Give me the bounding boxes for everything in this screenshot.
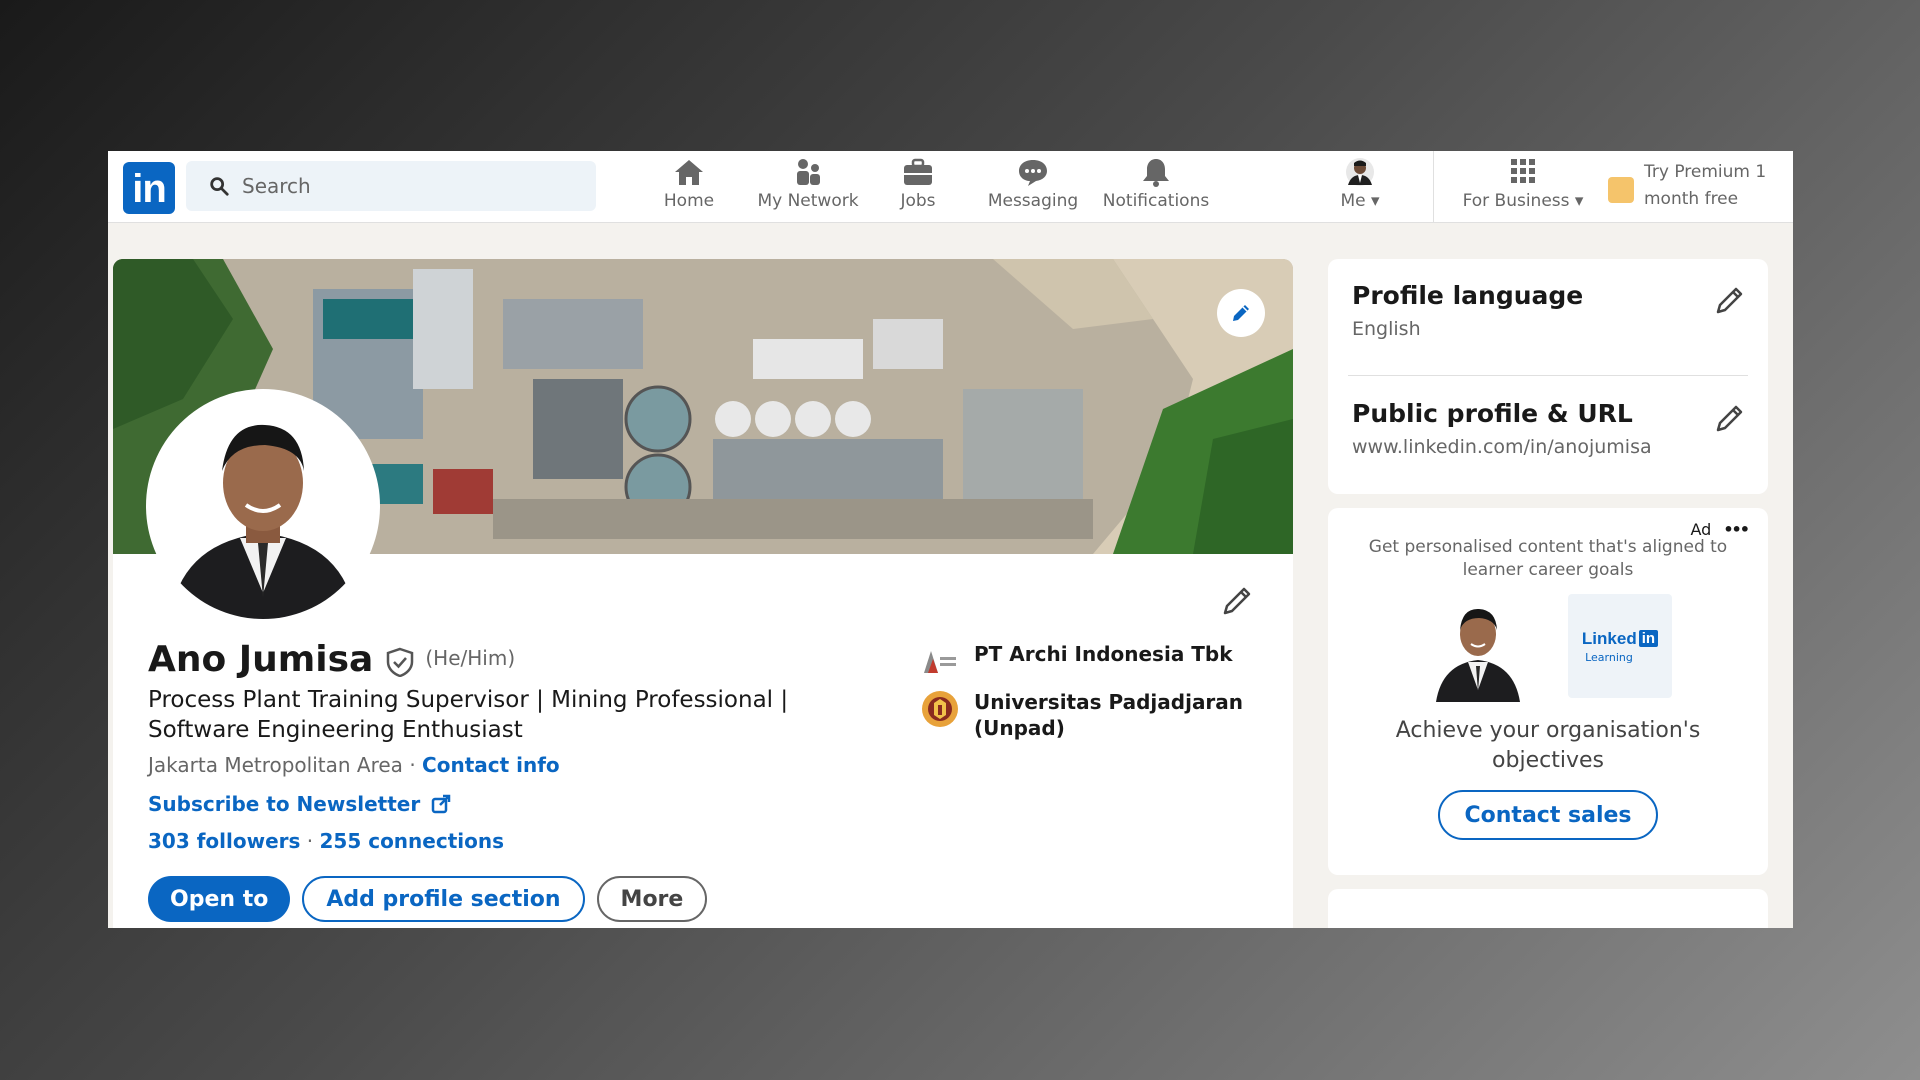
name-row: Ano Jumisa (He/Him) — [148, 639, 515, 680]
ad-profile-photo — [1432, 594, 1524, 702]
edit-url-pencil-icon[interactable] — [1712, 401, 1746, 435]
home-icon — [675, 160, 703, 185]
search-icon — [210, 177, 229, 196]
try-premium-link[interactable]: Try Premium 1 month free — [1608, 159, 1788, 213]
current-company[interactable]: PT Archi Indonesia Tbk — [920, 641, 1233, 681]
public-profile-url[interactable]: www.linkedin.com/in/anojumisa — [1352, 436, 1652, 458]
nav-label: Messaging — [987, 191, 1079, 211]
nav-label: My Network — [757, 191, 859, 211]
ad-card: Ad ••• Get personalised content that's a… — [1328, 508, 1768, 875]
search-input[interactable] — [242, 174, 582, 198]
nav-label: Notifications — [1102, 191, 1210, 211]
premium-icon — [1608, 177, 1634, 203]
edit-banner-button[interactable] — [1217, 289, 1265, 337]
nav-label: Me ▾ — [1340, 191, 1380, 211]
followers-link[interactable]: 303 followers — [148, 829, 300, 853]
company-logo-icon — [920, 641, 960, 681]
edit-language-pencil-icon[interactable] — [1712, 283, 1746, 317]
more-button[interactable]: More — [596, 876, 708, 922]
nav-divider — [1433, 151, 1434, 223]
messaging-icon — [1019, 160, 1047, 186]
nav-messaging[interactable]: Messaging — [978, 157, 1088, 217]
network-icon — [797, 159, 820, 185]
next-sidebar-card — [1328, 889, 1768, 928]
profile-photo[interactable] — [146, 389, 380, 623]
nav-notifications[interactable]: Notifications — [1096, 157, 1216, 217]
linkedin-window: in Home My Network Jobs Messaging Notifi… — [108, 151, 1793, 928]
location-row: Jakarta Metropolitan Area · Contact info — [148, 753, 560, 777]
company-name: PT Archi Indonesia Tbk — [974, 642, 1233, 666]
ad-headline: Achieve your organisation's objectives — [1395, 718, 1701, 773]
verified-shield-icon[interactable] — [385, 647, 415, 677]
linkedin-logo[interactable]: in — [123, 162, 175, 214]
profile-card: Ano Jumisa (He/Him) Process Plant Traini… — [113, 259, 1293, 928]
profile-language-section: Profile language English — [1352, 281, 1583, 340]
avatar-icon — [1346, 158, 1374, 186]
profile-language-title: Profile language — [1352, 281, 1584, 310]
university-name: Universitas Padjadjaran (Unpad) — [974, 690, 1244, 740]
profile-name: Ano Jumisa — [148, 639, 374, 680]
network-stats: 303 followers · 255 connections — [148, 829, 504, 853]
subscribe-newsletter-link[interactable]: Subscribe to Newsletter — [148, 792, 452, 816]
nav-label: For Business ▾ — [1462, 191, 1584, 211]
add-profile-section-button[interactable]: Add profile section — [302, 876, 585, 922]
separator-dot: · — [409, 753, 416, 777]
pencil-icon — [1233, 305, 1249, 321]
newsletter-label: Subscribe to Newsletter — [148, 792, 421, 816]
profile-headline: Process Plant Training Supervisor | Mini… — [148, 687, 789, 743]
profile-settings-card: Profile language English Public profile … — [1328, 259, 1768, 494]
open-to-button[interactable]: Open to — [148, 876, 291, 922]
separator-dot: · — [306, 829, 314, 853]
nav-my-network[interactable]: My Network — [748, 157, 868, 217]
nav-label: Jobs — [900, 191, 936, 211]
external-link-icon — [431, 794, 451, 814]
nav-jobs[interactable]: Jobs — [878, 157, 958, 217]
linkedin-learning-logo: Linked in Learning — [1568, 594, 1672, 698]
profile-language-value: English — [1352, 318, 1421, 340]
profile-location: Jakarta Metropolitan Area — [148, 753, 403, 777]
profile-photo-image — [150, 393, 376, 619]
connections-link[interactable]: 255 connections — [320, 829, 505, 853]
contact-sales-button[interactable]: Contact sales — [1438, 790, 1658, 840]
edit-intro-pencil-icon[interactable] — [1219, 583, 1255, 619]
section-divider — [1348, 375, 1748, 376]
university-crest-icon — [922, 691, 958, 727]
nav-for-business[interactable]: For Business ▾ — [1453, 157, 1593, 217]
contact-info-link[interactable]: Contact info — [422, 753, 560, 777]
grid-icon — [1511, 159, 1535, 183]
education-school[interactable]: Universitas Padjadjaran (Unpad) — [920, 689, 1243, 741]
public-profile-section: Public profile & URL www.linkedin.com/in… — [1352, 399, 1652, 458]
search-box[interactable] — [186, 161, 596, 211]
ad-description: Get personalised content that's aligned … — [1368, 537, 1728, 580]
profile-actions: Open to Add profile section More — [148, 876, 708, 922]
public-profile-title: Public profile & URL — [1352, 399, 1633, 428]
premium-text: Try Premium 1 month free — [1644, 162, 1767, 209]
bell-icon — [1143, 159, 1169, 187]
nav-me[interactable]: Me ▾ — [1330, 157, 1390, 217]
top-nav: in Home My Network Jobs Messaging Notifi… — [108, 151, 1793, 223]
pronouns: (He/Him) — [425, 645, 516, 670]
nav-home[interactable]: Home — [644, 157, 734, 217]
nav-label: Home — [663, 191, 715, 211]
briefcase-icon — [904, 158, 932, 185]
